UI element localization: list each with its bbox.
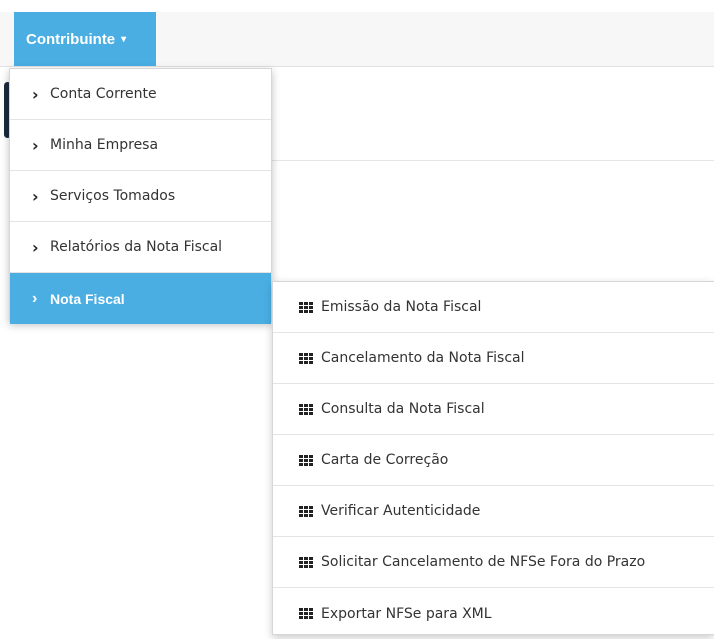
submenu-item-label: Carta de Correção xyxy=(321,452,449,468)
grid-icon xyxy=(299,301,313,313)
grid-icon xyxy=(299,556,313,568)
grid-icon xyxy=(299,352,313,364)
contribuinte-menu-button[interactable]: Contribuinte ▾ xyxy=(14,12,156,66)
chevron-right-icon: › xyxy=(32,237,39,257)
menu-item-relatorios-nota-fiscal[interactable]: › Relatórios da Nota Fiscal xyxy=(10,222,271,273)
caret-down-icon: ▾ xyxy=(121,33,127,45)
nota-fiscal-submenu: Emissão da Nota Fiscal Cancelamento da N… xyxy=(272,281,714,635)
menu-item-label: Nota Fiscal xyxy=(50,290,125,307)
chevron-right-icon: › xyxy=(32,84,39,104)
submenu-item-label: Exportar NFSe para XML xyxy=(321,605,492,622)
menu-item-label: Minha Empresa xyxy=(50,137,159,153)
chevron-right-icon: › xyxy=(32,289,38,307)
submenu-item-emissao[interactable]: Emissão da Nota Fiscal xyxy=(273,282,714,333)
chevron-right-icon: › xyxy=(32,135,39,155)
submenu-item-verificar-autenticidade[interactable]: Verificar Autenticidade xyxy=(273,486,714,537)
submenu-item-label: Cancelamento da Nota Fiscal xyxy=(321,350,525,366)
menu-item-servicos-tomados[interactable]: › Serviços Tomados xyxy=(10,171,271,222)
menu-item-label: Serviços Tomados xyxy=(50,188,176,204)
submenu-item-carta-correcao[interactable]: Carta de Correção xyxy=(273,435,714,486)
submenu-item-consulta[interactable]: Consulta da Nota Fiscal xyxy=(273,384,714,435)
contribuinte-dropdown-menu: › Conta Corrente › Minha Empresa › Servi… xyxy=(9,68,272,324)
contribuinte-label: Contribuinte xyxy=(26,30,116,48)
submenu-item-exportar-xml[interactable]: Exportar NFSe para XML xyxy=(273,588,714,639)
menu-item-conta-corrente[interactable]: › Conta Corrente xyxy=(10,69,271,120)
submenu-item-label: Verificar Autenticidade xyxy=(321,503,481,519)
grid-icon xyxy=(299,454,313,466)
content-divider xyxy=(270,160,714,161)
submenu-item-label: Consulta da Nota Fiscal xyxy=(321,401,485,417)
submenu-item-label: Emissão da Nota Fiscal xyxy=(321,299,482,315)
grid-icon xyxy=(299,403,313,415)
menu-item-label: Conta Corrente xyxy=(50,86,157,102)
grid-icon xyxy=(299,505,313,517)
submenu-item-solicitar-cancelamento[interactable]: Solicitar Cancelamento de NFSe Fora do P… xyxy=(273,537,714,588)
submenu-item-label: Solicitar Cancelamento de NFSe Fora do P… xyxy=(321,554,646,570)
menu-item-minha-empresa[interactable]: › Minha Empresa xyxy=(10,120,271,171)
grid-icon xyxy=(299,608,313,619)
submenu-item-cancelamento[interactable]: Cancelamento da Nota Fiscal xyxy=(273,333,714,384)
menu-item-label: Relatórios da Nota Fiscal xyxy=(50,239,223,255)
menu-item-nota-fiscal[interactable]: › Nota Fiscal xyxy=(10,273,271,324)
chevron-right-icon: › xyxy=(32,186,39,206)
